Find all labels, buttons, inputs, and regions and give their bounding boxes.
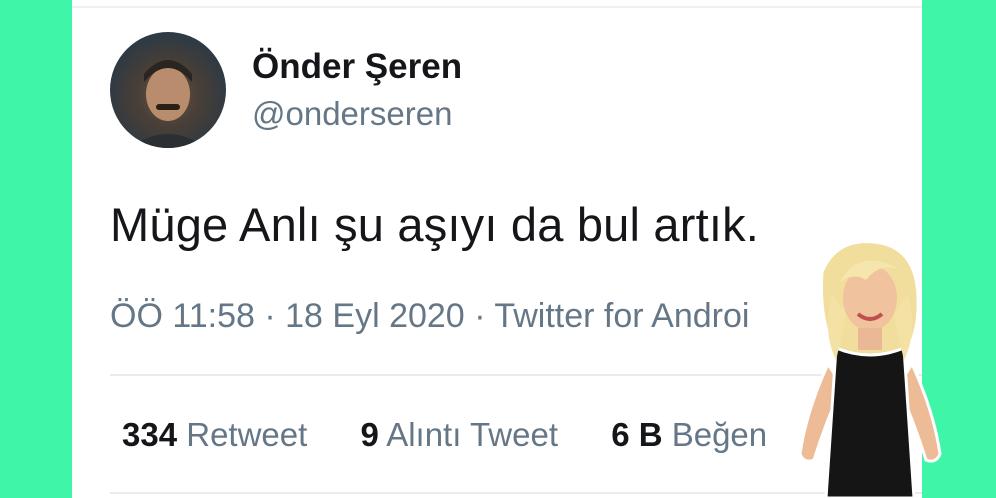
avatar-photo <box>130 60 206 148</box>
tweet-time[interactable]: ÖÖ 11:58 <box>110 297 255 335</box>
avatar[interactable] <box>110 32 226 148</box>
tweet-date[interactable]: 18 Eyl 2020 <box>285 297 465 335</box>
quote-stat[interactable]: 9 Alıntı Tweet <box>360 416 567 453</box>
tweet-meta: ÖÖ 11:58 · 18 Eyl 2020 · Twitter for And… <box>110 297 749 336</box>
retweet-label: Retweet <box>186 416 308 453</box>
retweet-count: 334 <box>122 416 178 453</box>
tweet-stats: 334 Retweet 9 Alıntı Tweet 6 B Beğen <box>122 416 811 454</box>
meta-separator: · <box>264 297 276 335</box>
woman-cutout-image <box>770 236 970 498</box>
quote-label: Alıntı Tweet <box>386 416 559 453</box>
divider <box>72 6 922 8</box>
author-name[interactable]: Önder Şeren <box>252 47 462 87</box>
like-count: 6 B <box>611 416 663 453</box>
retweet-stat[interactable]: 334 Retweet <box>122 416 316 453</box>
quote-count: 9 <box>360 416 379 453</box>
author-handle[interactable]: @onderseren <box>252 95 452 133</box>
tweet-source[interactable]: Twitter for Androi <box>494 297 749 335</box>
tweet-text: Müge Anlı şu aşıyı da bul artık. <box>110 198 760 251</box>
like-label: Beğen <box>671 416 768 453</box>
meta-separator: · <box>474 297 486 335</box>
like-stat[interactable]: 6 B Beğen <box>611 416 767 453</box>
